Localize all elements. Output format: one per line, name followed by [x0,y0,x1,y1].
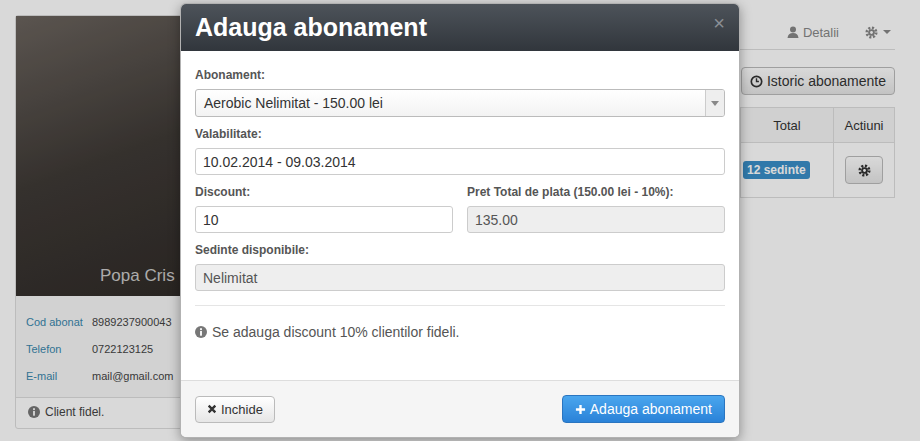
form-row: Abonament: Aerobic Nelimitat - 150.00 lei [195,68,725,117]
dropdown-arrow-icon [705,90,724,116]
field-label: Pret Total de plata (150.00 lei - 10%): [467,185,725,199]
close-button[interactable]: × [713,13,725,33]
field-label: Sedinte disponibile: [195,243,725,257]
form-row: Discount: Pret Total de plata (150.00 lei… [195,185,725,233]
form-group: Abonament: Aerobic Nelimitat - 150.00 lei [195,68,725,117]
plus-icon [575,404,586,415]
form-row: Valabilitate: [195,127,725,175]
submit-button[interactable]: Adauga abonament [562,395,725,423]
form-group: Sedinte disponibile: [195,243,725,291]
text-field [467,206,725,233]
close-icon [207,404,217,414]
page: Popa CrisCod abonat8989237900043Telefon0… [0,0,920,441]
form-row: Sedinte disponibile: [195,243,725,291]
divider [195,305,725,306]
field-label: Abonament: [195,68,725,82]
modal-header: Adauga abonament × [181,4,739,51]
form-group: Pret Total de plata (150.00 lei - 10%): [467,185,725,233]
subscription-select[interactable]: Aerobic Nelimitat - 150.00 lei [195,89,725,117]
modal-footer: Inchide Adauga abonament [181,380,739,437]
add-subscription-modal: Adauga abonament × Abonament: Aerobic Nelim… [180,3,740,438]
modal-body: Abonament: Aerobic Nelimitat - 150.00 lei… [181,51,739,380]
text-field[interactable] [195,206,453,233]
form-group: Valabilitate: [195,127,725,175]
text-field[interactable] [195,148,725,175]
info-icon [195,326,207,338]
info-text: Se adauga discount 10% clientilor fideli… [195,306,725,370]
cancel-button[interactable]: Inchide [195,396,275,423]
modal-title: Adauga abonament [195,13,427,42]
text-field [195,264,725,291]
form-group: Discount: [195,185,453,233]
field-label: Discount: [195,185,453,199]
field-label: Valabilitate: [195,127,725,141]
